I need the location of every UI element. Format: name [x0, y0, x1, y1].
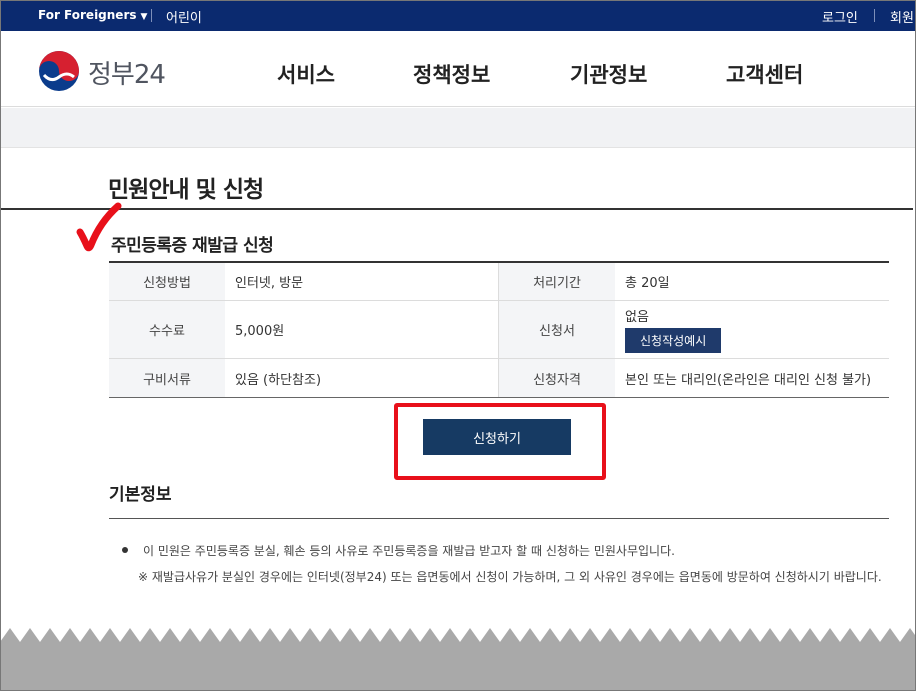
nav-services[interactable]: 서비스 — [277, 59, 335, 89]
qualification-label: 신청자격 — [499, 359, 615, 397]
top-utility-bar: For Foreigners ▼ 어린이 로그인 회원 — [0, 0, 916, 31]
fee-value: 5,000원 — [225, 301, 499, 358]
nav-customer-center[interactable]: 고객센터 — [726, 59, 803, 89]
docs-value: 있음 (하단참조) — [225, 359, 499, 397]
form-value: 없음 — [625, 310, 649, 325]
table-row: 구비서류 있음 (하단참조) 신청자격 본인 또는 대리인(온라인은 대리인 신… — [109, 359, 889, 397]
basic-info-divider — [109, 518, 889, 519]
children-link[interactable]: 어린이 — [166, 7, 202, 26]
info-table: 신청방법 인터넷, 방문 처리기간 총 20일 수수료 5,000원 신청서 없… — [109, 261, 889, 398]
logo-text[interactable]: 정부24 — [88, 54, 166, 91]
caret-down-icon: ▼ — [140, 12, 148, 22]
method-label: 신청방법 — [109, 263, 225, 300]
nav-policy-info[interactable]: 정책정보 — [413, 59, 490, 89]
form-example-button[interactable]: 신청작성예시 — [625, 328, 722, 353]
member-link[interactable]: 회원 — [890, 7, 914, 26]
form-label: 신청서 — [499, 301, 615, 358]
period-label: 처리기간 — [499, 263, 615, 300]
basic-info-title: 기본정보 — [109, 485, 172, 505]
divider — [874, 9, 875, 22]
nav-agency-info[interactable]: 기관정보 — [570, 59, 647, 89]
title-divider — [0, 208, 913, 210]
table-row: 수수료 5,000원 신청서 없음 신청작성예시 — [109, 301, 889, 359]
divider — [151, 9, 152, 22]
qualification-value: 본인 또는 대리인(온라인은 대리인 신청 불가) — [625, 372, 872, 388]
fee-label: 수수료 — [109, 301, 225, 358]
for-foreigners-label: For Foreigners — [38, 8, 137, 22]
site-header: 정부24 서비스 정책정보 기관정보 고객센터 — [0, 31, 916, 107]
form-value-cell: 없음 신청작성예시 — [615, 301, 889, 358]
page-title: 민원안내 및 신청 — [108, 177, 264, 203]
period-value: 총 20일 — [625, 276, 670, 291]
sub-header-band — [0, 108, 916, 148]
login-link[interactable]: 로그인 — [822, 7, 858, 26]
docs-label: 구비서류 — [109, 359, 225, 397]
gov24-logo-icon[interactable] — [38, 50, 80, 92]
bullet-icon — [122, 547, 128, 553]
highlight-annotation — [394, 403, 606, 480]
section-title: 주민등록증 재발급 신청 — [111, 236, 274, 256]
basic-info-description: 이 민원은 주민등록증 분실, 훼손 등의 사유로 주민등록증을 재발급 받고자… — [143, 544, 675, 558]
basic-info-note: ※ 재발급사유가 분실인 경우에는 인터넷(정부24) 또는 읍면동에서 신청이… — [138, 570, 882, 584]
method-value: 인터넷, 방문 — [225, 263, 499, 300]
torn-edge — [0, 628, 916, 691]
table-row: 신청방법 인터넷, 방문 처리기간 총 20일 — [109, 263, 889, 301]
for-foreigners-dropdown[interactable]: For Foreigners ▼ — [38, 8, 147, 22]
